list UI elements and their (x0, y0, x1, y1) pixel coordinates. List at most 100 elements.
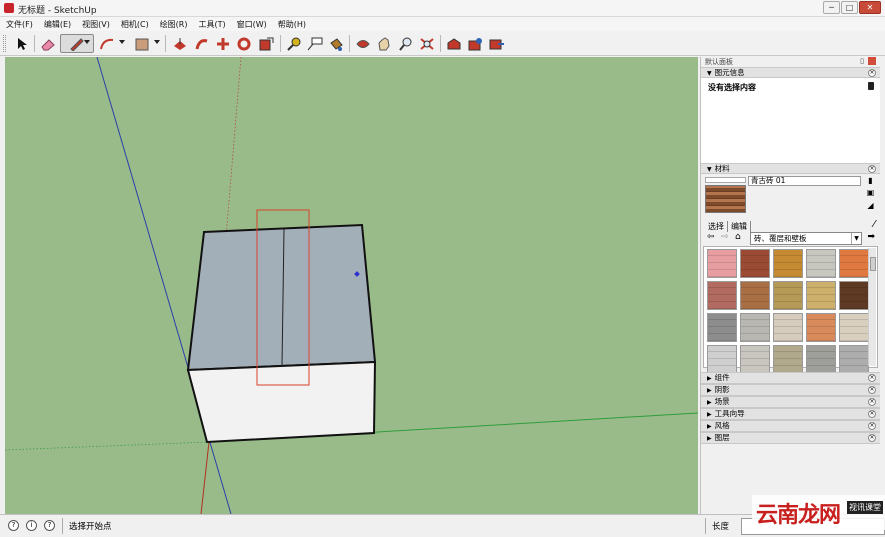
push-pull-icon[interactable] (170, 34, 190, 53)
share-model-icon[interactable] (487, 34, 507, 53)
chevron-down-icon[interactable] (119, 40, 125, 44)
panel-close-icon[interactable]: × (868, 434, 876, 442)
swatch-scrollbar[interactable] (868, 248, 876, 366)
material-name-field[interactable]: 青古砖 01 (748, 176, 861, 186)
material-swatch[interactable] (740, 313, 770, 342)
entity-info-header[interactable]: ▼ 图元信息 × (701, 67, 880, 78)
collapsed-panel-title: 风格 (714, 421, 730, 430)
material-swatch[interactable] (806, 281, 836, 310)
secondary-swatch[interactable] (705, 177, 746, 183)
material-swatch[interactable] (806, 345, 836, 374)
menu-help[interactable]: 帮助(H) (278, 17, 306, 31)
material-swatch[interactable] (839, 249, 869, 278)
material-swatch[interactable] (806, 249, 836, 278)
rotate-icon[interactable] (234, 34, 254, 53)
select-arrow-icon[interactable] (12, 34, 32, 53)
collapsed-panel-header[interactable]: ▶ 工具向导 × (701, 408, 880, 420)
material-category-select[interactable]: 砖、覆层和壁板 ▼ (750, 232, 862, 245)
expand-triangle-icon: ▶ (707, 435, 712, 442)
scale-icon[interactable] (256, 34, 276, 53)
material-swatch[interactable] (839, 345, 869, 374)
help-icon[interactable]: ? (44, 520, 55, 531)
menu-edit[interactable]: 编辑(E) (44, 17, 71, 31)
scroll-thumb[interactable] (870, 257, 876, 271)
tray-close-icon[interactable] (868, 57, 876, 65)
collapsed-panel-header[interactable]: ▶ 阴影 × (701, 384, 880, 396)
pan-hand-icon[interactable] (374, 34, 394, 53)
menu-file[interactable]: 文件(F) (6, 17, 33, 31)
material-swatch[interactable] (773, 313, 803, 342)
material-swatch[interactable] (707, 249, 737, 278)
lock-icon[interactable] (868, 82, 874, 90)
drawing-viewport[interactable] (5, 57, 698, 514)
arc-icon[interactable] (97, 34, 117, 53)
menu-window[interactable]: 窗口(W) (237, 17, 267, 31)
menu-view[interactable]: 视图(V) (82, 17, 110, 31)
collapsed-panel-header[interactable]: ▶ 图层 × (701, 432, 880, 444)
home-icon[interactable]: ⌂ (735, 232, 741, 242)
minimize-button[interactable]: ─ (823, 1, 840, 14)
main-toolbar (0, 31, 885, 56)
zoom-icon[interactable] (396, 34, 416, 53)
panel-close-icon[interactable]: × (868, 374, 876, 382)
sample-corner-icon[interactable]: ◢ (866, 201, 875, 210)
follow-me-icon[interactable] (192, 34, 212, 53)
rectangle-icon[interactable] (132, 34, 152, 53)
material-swatch[interactable] (839, 313, 869, 342)
material-swatch[interactable] (707, 281, 737, 310)
tape-measure-icon[interactable] (284, 34, 304, 53)
material-swatch[interactable] (773, 249, 803, 278)
menu-tools[interactable]: 工具(T) (199, 17, 226, 31)
material-swatch[interactable] (740, 249, 770, 278)
pin-icon[interactable]: ▯ (860, 57, 864, 65)
material-swatch[interactable] (806, 313, 836, 342)
panel-close-icon[interactable]: × (868, 165, 876, 173)
forward-arrow-icon[interactable]: ⇨ (721, 232, 729, 242)
expand-triangle-icon: ▶ (707, 411, 712, 418)
material-swatch[interactable] (707, 313, 737, 342)
collapsed-panel-header[interactable]: ▶ 场景 × (701, 396, 880, 408)
menu-camera[interactable]: 相机(C) (121, 17, 149, 31)
text-tool-icon[interactable] (305, 34, 325, 53)
watermark-logo: 云南龙网 视讯课堂 (752, 495, 885, 530)
back-arrow-icon[interactable]: ⇦ (707, 232, 715, 242)
eyedropper-icon[interactable]: ⁄ (873, 219, 875, 230)
chevron-down-icon[interactable]: ▼ (851, 233, 861, 244)
zoom-extents-icon[interactable] (417, 34, 437, 53)
toolbar-grip[interactable] (3, 35, 6, 52)
credits-icon[interactable]: i (26, 520, 37, 531)
panel-close-icon[interactable]: × (868, 69, 876, 77)
close-button[interactable]: ✕ (859, 1, 881, 14)
geo-location-icon[interactable]: ? (8, 520, 19, 531)
material-swatch[interactable] (707, 345, 737, 374)
panel-close-icon[interactable]: × (868, 398, 876, 406)
eraser-icon[interactable] (38, 34, 58, 53)
maximize-button[interactable]: □ (841, 1, 858, 14)
material-swatch[interactable] (773, 281, 803, 310)
orbit-icon[interactable] (353, 34, 373, 53)
panel-close-icon[interactable]: × (868, 422, 876, 430)
lock-icon[interactable]: ▮ (866, 176, 875, 185)
chevron-down-icon[interactable] (154, 40, 160, 44)
material-swatch[interactable] (839, 281, 869, 310)
menu-draw[interactable]: 绘图(R) (160, 17, 188, 31)
entity-info-panel: 没有选择内容 (701, 78, 880, 163)
details-arrow-icon[interactable]: ➡ (867, 232, 875, 242)
watermark-text: 云南龙网 (756, 502, 841, 528)
material-swatch[interactable] (773, 345, 803, 374)
panel-close-icon[interactable]: × (868, 386, 876, 394)
current-material-swatch[interactable] (705, 185, 746, 213)
paint-bucket-icon[interactable] (326, 34, 346, 53)
create-material-icon[interactable]: ▣ (866, 188, 875, 197)
materials-header[interactable]: ▼ 材料 × (701, 163, 880, 174)
components-share-icon[interactable] (465, 34, 485, 53)
material-swatch[interactable] (740, 345, 770, 374)
move-icon[interactable] (213, 34, 233, 53)
collapsed-panel-header[interactable]: ▶ 组件 × (701, 372, 880, 384)
panel-close-icon[interactable]: × (868, 410, 876, 418)
material-swatch[interactable] (740, 281, 770, 310)
chevron-down-icon[interactable] (84, 40, 90, 44)
entity-info-text: 没有选择内容 (708, 83, 756, 92)
collapsed-panel-header[interactable]: ▶ 风格 × (701, 420, 880, 432)
warehouse-icon[interactable] (444, 34, 464, 53)
